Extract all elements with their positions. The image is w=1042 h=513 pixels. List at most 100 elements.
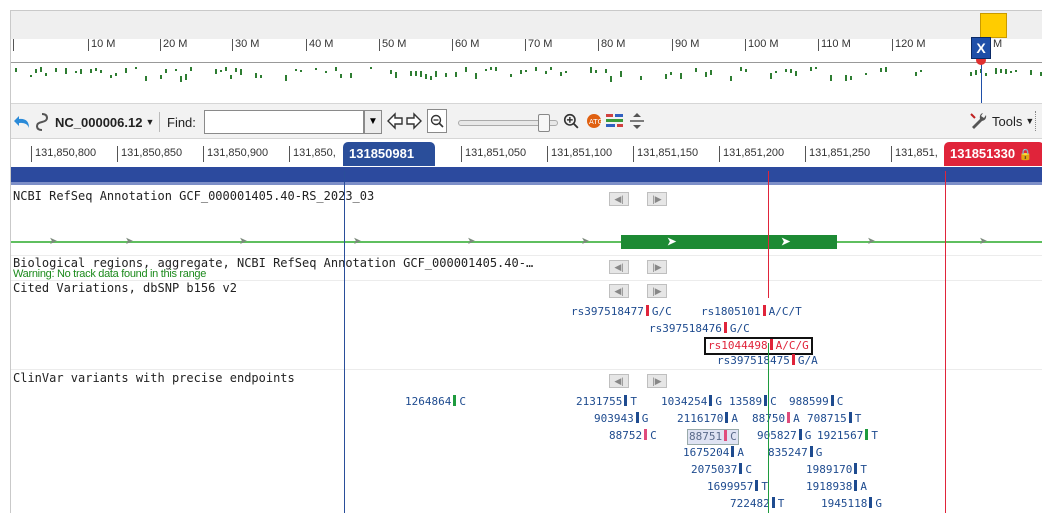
find-dropdown-button[interactable]: ▼ [364,110,382,134]
overview-feature-mark [455,72,457,77]
overview-feature-mark [610,76,612,82]
clinvar-variant[interactable]: 905827 G [757,429,811,443]
range-end-marker[interactable]: 131851330 🔒 [944,142,1042,166]
clinvar-variant[interactable]: 1264864 C [405,395,466,409]
track-config-icon[interactable] [605,109,625,133]
link-chain-icon[interactable] [35,110,49,134]
overview-feature-mark [710,70,712,75]
overview-feature-mark [865,73,867,75]
overview-feature-mark [885,67,887,72]
clinvar-variant[interactable]: 1675204 A [683,446,744,460]
next-feature-button[interactable]: |▶ [647,284,667,298]
strand-arrow-icon: ➤ [867,236,876,247]
pan-left-icon[interactable] [386,109,404,133]
prev-feature-button[interactable]: ◀| [609,192,629,206]
undo-icon[interactable] [13,110,33,134]
overview-feature-mark [880,68,882,72]
sequence-view-icon[interactable]: ATG [585,109,603,133]
variant-item[interactable]: rs397518477 G/C [571,305,672,319]
overview-feature-mark [490,67,492,70]
overview-feature-mark [705,72,707,77]
overview-tick: 20 M [160,39,187,51]
find-input[interactable] [204,110,364,134]
cited-variations-track-label[interactable]: Cited Variations, dbSNP b156 v2 [13,281,237,295]
gene-exon[interactable] [621,235,837,249]
highlighted-clinvar-variant[interactable]: 88751 C [687,429,739,445]
clinvar-variant[interactable]: 988599 C [789,395,843,409]
next-feature-button[interactable]: |▶ [647,192,667,206]
clinvar-variant[interactable]: 88750A [752,412,800,426]
overview-feature-mark [395,72,397,78]
overview-feature-mark [730,76,732,81]
collapse-tracks-icon[interactable] [629,109,645,133]
clinvar-variant[interactable]: 1034254 G [661,395,722,409]
clinvar-track-label[interactable]: ClinVar variants with precise endpoints [13,371,295,385]
zoom-slider-handle[interactable] [538,114,550,132]
tools-menu[interactable]: Tools ▼ [969,109,1034,133]
ruler-tick: 131,851, [891,146,938,162]
variant-item[interactable]: rs1805101 A/C/T [701,305,802,319]
clinvar-variant[interactable]: 1918938 A [806,480,867,494]
clinvar-variant[interactable]: 2116170 A [677,412,738,426]
clinvar-variant[interactable]: 1921567 T [817,429,878,443]
zoom-in-icon[interactable] [563,109,579,133]
clinvar-variant[interactable]: 708715 T [807,412,861,426]
prev-feature-button[interactable]: ◀| [609,284,629,298]
strand-arrow-icon: ➤ [125,236,134,247]
toolbar-overflow-handle[interactable] [1035,111,1037,131]
overview-feature-mark [670,72,672,75]
overview-feature-mark [240,69,242,75]
overview-tick: 10 M [88,39,115,51]
clinvar-variant[interactable]: 1699957 T [707,480,768,494]
svg-text:ATG: ATG [589,118,603,126]
clinvar-variant[interactable]: 835247 G [768,446,822,460]
overview-feature-mark [80,69,82,74]
pan-right-icon[interactable] [405,109,423,133]
overview-feature-mark [15,68,17,72]
overview-feature-mark [1015,70,1017,72]
overview-feature-mark [90,69,92,73]
overview-feature-mark [985,73,987,76]
prev-feature-button[interactable]: ◀| [609,374,629,388]
overview-feature-mark [190,67,192,71]
overview-cursor-icon[interactable]: X [971,37,991,59]
overview-feature-mark [595,70,597,73]
clinvar-variant[interactable]: 2131755 T [576,395,637,409]
overview-feature-mark [285,75,287,81]
overview-feature-mark [815,67,817,69]
overview-feature-mark [1000,69,1002,73]
prev-feature-button[interactable]: ◀| [609,260,629,274]
overview-view-box[interactable] [980,13,1007,38]
overview-feature-mark [55,68,57,72]
chromosome-overview[interactable]: 10 M 20 M 30 M 40 M 50 M 60 M 70 M 80 M … [11,11,1042,103]
overview-feature-mark [315,68,317,70]
ruler-tick: 131,851,250 [805,146,870,162]
clinvar-variant[interactable]: 88752 C [609,429,657,443]
clinvar-variant[interactable]: 1945118 G [821,497,882,511]
overview-feature-mark [745,69,747,72]
clinvar-variant[interactable]: 13589 C [729,395,777,409]
position-line [768,343,769,513]
overview-feature-mark [1005,69,1007,74]
clinvar-variant[interactable]: 903943 G [594,412,648,426]
overview-feature-mark [665,74,667,79]
refseq-track-label[interactable]: NCBI RefSeq Annotation GCF_000001405.40-… [13,189,374,203]
overview-feature-mark [510,74,512,77]
next-feature-button[interactable]: |▶ [647,374,667,388]
range-start-marker[interactable]: 131850981 🔒 [343,142,435,185]
selected-variant-item[interactable]: rs1044498 A/C/G [704,337,813,355]
overview-feature-mark [550,67,552,70]
overview-feature-mark [410,71,412,76]
accession-selector[interactable]: NC_000006.12 ▼ [55,110,154,134]
overview-tick: 40 M [306,39,333,51]
variant-item[interactable]: rs397518476 G/C [649,322,750,336]
clinvar-variant[interactable]: 722482 T [730,497,784,511]
overview-feature-mark [845,75,847,81]
clinvar-variant[interactable]: 1989170 T [806,463,867,477]
chevron-down-icon: ▼ [1025,116,1035,126]
next-feature-button[interactable]: |▶ [647,260,667,274]
zoom-out-icon[interactable] [427,109,447,133]
strand-arrow-icon: ➤ [667,236,677,248]
clinvar-variant[interactable]: 2075037 C [691,463,752,477]
gene-intron-line[interactable] [11,241,1042,243]
